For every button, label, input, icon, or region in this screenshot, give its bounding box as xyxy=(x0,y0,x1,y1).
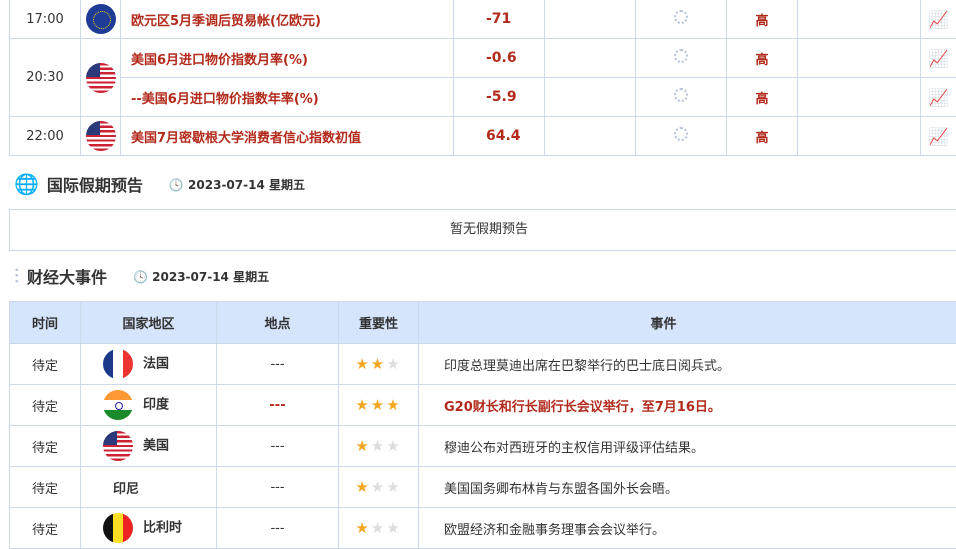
star-empty-icon: ★ xyxy=(371,478,386,496)
place: --- xyxy=(217,344,339,385)
previous-value: -0.6 xyxy=(454,39,545,78)
event-description: 印度总理莫迪出席在巴黎举行的巴士底日阅兵式。 xyxy=(419,344,956,385)
star-filled-icon: ★ xyxy=(386,396,401,414)
event-description: G20财长和行长副行长会议举行，至7月16日。 xyxy=(419,385,956,426)
table-row: --美国6月进口物价指数年率(%) -5.9 高 📈 xyxy=(10,78,956,117)
section-title: 财经大事件 xyxy=(27,264,107,288)
star-empty-icon: ★ xyxy=(386,437,401,455)
table-row: 22:00 美国7月密歇根大学消费者信心指数初值 64.4 高 📈 xyxy=(10,117,956,156)
header-country: 国家地区 xyxy=(81,302,217,344)
star-filled-icon: ★ xyxy=(355,437,370,455)
table-row: 待定 印尼 --- ★★★ 美国国务卿布林肯与东盟各国外长会晤。 xyxy=(10,467,956,508)
economic-calendar-table: 17:00 欧元区5月季调后贸易帐(亿欧元) -71 高 📈 20:30 美国6… xyxy=(9,0,956,156)
table-row: 待定 法国 --- ★★★ 印度总理莫迪出席在巴黎举行的巴士底日阅兵式。 xyxy=(10,344,956,385)
time: 20:30 xyxy=(10,39,81,117)
chart-icon[interactable]: 📈 xyxy=(921,39,956,78)
us-flag-icon xyxy=(103,431,133,461)
star-filled-icon: ★ xyxy=(371,396,386,414)
sliders-icon: ⫶ xyxy=(14,264,19,288)
time: 待定 xyxy=(10,508,81,549)
in-flag-icon xyxy=(103,390,133,420)
country: 印尼 xyxy=(113,482,139,497)
date-text: 2023-07-14 星期五 xyxy=(152,270,269,284)
star-empty-icon: ★ xyxy=(386,478,401,496)
be-flag-icon xyxy=(103,513,133,543)
previous-value: 64.4 xyxy=(454,117,545,156)
table-row: 20:30 美国6月进口物价指数月率(%) -0.6 高 📈 xyxy=(10,39,956,78)
star-filled-icon: ★ xyxy=(371,355,386,373)
event-description: 美国国务卿布林肯与东盟各国外长会晤。 xyxy=(419,467,956,508)
header-event: 事件 xyxy=(419,302,956,344)
importance: 高 xyxy=(727,0,798,39)
table-row: 待定 美国 --- ★★★ 穆迪公布对西班牙的主权信用评级评估结果。 xyxy=(10,426,956,467)
time: 待定 xyxy=(10,426,81,467)
table-row: 待定 印度 --- ★★★ G20财长和行长副行长会议举行，至7月16日。 xyxy=(10,385,956,426)
star-empty-icon: ★ xyxy=(386,355,401,373)
star-empty-icon: ★ xyxy=(386,519,401,537)
time: 22:00 xyxy=(10,117,81,156)
header-time: 时间 xyxy=(10,302,81,344)
importance-stars: ★★★ xyxy=(339,426,419,467)
country: 印度 xyxy=(143,398,169,413)
us-flag-icon xyxy=(86,63,116,93)
chart-icon[interactable]: 📈 xyxy=(921,78,956,117)
star-filled-icon: ★ xyxy=(355,355,370,373)
header-importance: 重要性 xyxy=(339,302,419,344)
table-row: 17:00 欧元区5月季调后贸易帐(亿欧元) -71 高 📈 xyxy=(10,0,956,39)
country: 法国 xyxy=(143,357,169,372)
place: --- xyxy=(217,385,339,426)
place: --- xyxy=(217,426,339,467)
header-place: 地点 xyxy=(217,302,339,344)
holiday-section-header: 🌐 国际假期预告 🕓 2023-07-14 星期五 xyxy=(14,172,305,196)
event-name[interactable]: --美国6月进口物价指数年率(%) xyxy=(121,78,454,117)
loading-spinner-icon xyxy=(674,127,688,141)
event-name[interactable]: 美国6月进口物价指数月率(%) xyxy=(121,39,454,78)
time: 17:00 xyxy=(10,0,81,39)
importance-stars: ★★★ xyxy=(339,467,419,508)
event-description: 欧盟经济和金融事务理事会会议举行。 xyxy=(419,508,956,549)
chart-icon[interactable]: 📈 xyxy=(921,117,956,156)
importance: 高 xyxy=(727,78,798,117)
table-row: 待定 比利时 --- ★★★ 欧盟经济和金融事务理事会会议举行。 xyxy=(10,508,956,549)
place: --- xyxy=(217,467,339,508)
holiday-empty-message: 暂无假期预告 xyxy=(9,209,956,251)
section-date: 🕓 2023-07-14 星期五 xyxy=(133,268,269,285)
loading-spinner-icon xyxy=(674,10,688,24)
loading-spinner-icon xyxy=(674,49,688,63)
section-title: 国际假期预告 xyxy=(47,172,143,196)
table-header: 时间 国家地区 地点 重要性 事件 xyxy=(10,302,956,344)
previous-value: -5.9 xyxy=(454,78,545,117)
star-filled-icon: ★ xyxy=(355,519,370,537)
time: 待定 xyxy=(10,344,81,385)
us-flag-icon xyxy=(86,121,116,151)
star-filled-icon: ★ xyxy=(355,478,370,496)
time: 待定 xyxy=(10,385,81,426)
chart-icon[interactable]: 📈 xyxy=(921,0,956,39)
events-section-header: ⫶ 财经大事件 🕓 2023-07-14 星期五 xyxy=(14,264,269,288)
event-name[interactable]: 美国7月密歇根大学消费者信心指数初值 xyxy=(121,117,454,156)
star-filled-icon: ★ xyxy=(355,396,370,414)
country: 美国 xyxy=(143,439,169,454)
event-description: 穆迪公布对西班牙的主权信用评级评估结果。 xyxy=(419,426,956,467)
loading-spinner-icon xyxy=(674,88,688,102)
importance-stars: ★★★ xyxy=(339,385,419,426)
importance-stars: ★★★ xyxy=(339,344,419,385)
time: 待定 xyxy=(10,467,81,508)
fr-flag-icon xyxy=(103,349,133,379)
importance: 高 xyxy=(727,117,798,156)
events-table: 时间 国家地区 地点 重要性 事件 待定 法国 --- ★★★ 印度总理莫迪出席… xyxy=(9,301,956,549)
importance-stars: ★★★ xyxy=(339,508,419,549)
event-name[interactable]: 欧元区5月季调后贸易帐(亿欧元) xyxy=(121,0,454,39)
eu-flag-icon xyxy=(86,4,116,34)
globe-icon: 🌐 xyxy=(14,172,39,196)
place: --- xyxy=(217,508,339,549)
section-date: 🕓 2023-07-14 星期五 xyxy=(169,176,305,193)
date-text: 2023-07-14 星期五 xyxy=(188,178,305,192)
previous-value: -71 xyxy=(454,0,545,39)
country: 比利时 xyxy=(143,521,182,536)
importance: 高 xyxy=(727,39,798,78)
star-empty-icon: ★ xyxy=(371,437,386,455)
star-empty-icon: ★ xyxy=(371,519,386,537)
